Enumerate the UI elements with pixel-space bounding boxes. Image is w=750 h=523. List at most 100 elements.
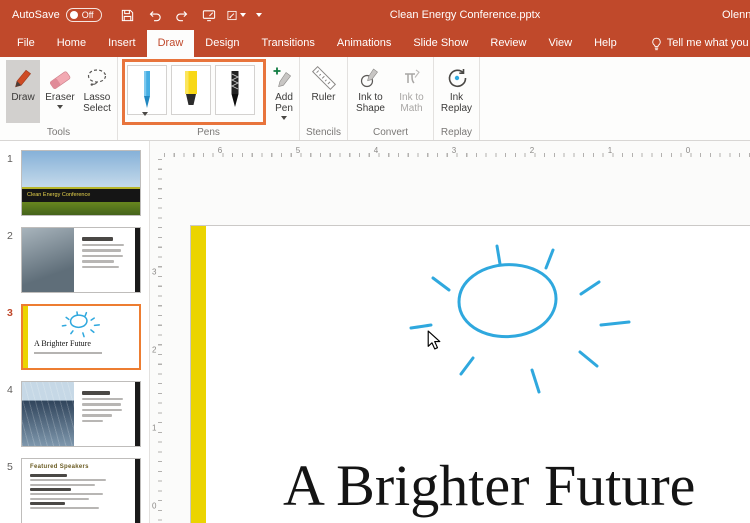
tab-home[interactable]: Home (46, 30, 97, 57)
slide-thumbnail-3[interactable]: A Brighter Future (21, 304, 141, 370)
slide-title-text[interactable]: A Brighter Future (283, 452, 695, 519)
redo-button[interactable] (172, 5, 192, 25)
save-button[interactable] (118, 5, 138, 25)
slide-number: 3 (0, 304, 21, 370)
pens-group-label: Pens (118, 127, 299, 138)
thumb4-edge-stripe (135, 382, 140, 446)
thumbnail-row-3: 3 A Brighter Future (0, 304, 149, 370)
save-icon (120, 8, 135, 23)
slide-number: 1 (0, 150, 21, 216)
thumb3-title: A Brighter Future (34, 339, 91, 348)
lasso-button-label-1: Lasso (84, 92, 111, 103)
tab-animations[interactable]: Animations (326, 30, 402, 57)
tab-insert[interactable]: Insert (97, 30, 147, 57)
slide-thumbnail-2[interactable] (21, 227, 141, 293)
thumb5-title: Featured Speakers (30, 464, 89, 470)
thumbnail-row-1: 1 Clean Energy Conference (0, 150, 149, 216)
toggle-knob-icon (70, 11, 78, 19)
slide-yellow-stripe (191, 226, 206, 523)
draw-button-label: Draw (11, 92, 34, 103)
pen-gallery (127, 65, 255, 115)
undo-button[interactable] (145, 5, 165, 25)
thumb3-subtitle-line (34, 352, 102, 354)
inking-toolbar-button[interactable] (226, 5, 246, 25)
sun-ink-drawing[interactable] (401, 240, 641, 400)
pen-box-icon (226, 8, 238, 23)
thumbnail-row-2: 2 (0, 227, 149, 293)
ink-replay-button[interactable]: Ink Replay (436, 60, 478, 123)
stencils-group-label: Stencils (300, 127, 347, 138)
replay-group-label: Replay (434, 127, 479, 138)
chevron-down-icon (256, 13, 262, 17)
ribbon-group-convert: Ink to Shape Ink to Math Convert (348, 57, 434, 140)
ink-to-shape-button[interactable]: Ink to Shape (350, 60, 391, 123)
tab-draw[interactable]: Draw (147, 30, 195, 57)
lightbulb-icon (651, 37, 662, 51)
customize-quick-access-button[interactable] (253, 5, 265, 25)
ribbon-group-stencils: Ruler Stencils (300, 57, 348, 140)
ink-to-math-label-1: Ink to (399, 92, 423, 103)
ribbon-group-replay: Ink Replay Replay (434, 57, 480, 140)
ruler-number: 3 (152, 268, 156, 277)
tab-review[interactable]: Review (479, 30, 537, 57)
account-name[interactable]: Olenn (722, 0, 750, 30)
autosave-label: AutoSave (12, 9, 60, 21)
ruler-icon (311, 65, 337, 91)
tab-help[interactable]: Help (583, 30, 628, 57)
eraser-button[interactable]: Eraser (43, 60, 77, 123)
tab-design[interactable]: Design (194, 30, 250, 57)
ink-to-math-button: Ink to Math (391, 60, 432, 123)
tab-slide-show[interactable]: Slide Show (402, 30, 479, 57)
slide-thumbnail-panel: 1 Clean Energy Conference 2 (0, 141, 150, 523)
tab-view[interactable]: View (537, 30, 583, 57)
thumb1-title-band: Clean Energy Conference (22, 189, 140, 202)
chevron-down-icon (281, 116, 287, 120)
draw-button[interactable]: Draw (6, 60, 40, 123)
document-title: Clean Energy Conference.pptx (300, 0, 630, 30)
slide-number: 5 (0, 458, 21, 523)
thumb2-edge-stripe (135, 228, 140, 292)
add-pen-button[interactable]: Add Pen (270, 60, 298, 123)
ink-replay-label-1: Ink (450, 92, 463, 103)
slide-thumbnail-1[interactable]: Clean Energy Conference (21, 150, 141, 216)
lasso-select-button[interactable]: Lasso Select (80, 60, 114, 123)
tools-group-label: Tools (0, 127, 117, 138)
chevron-down-icon (57, 105, 63, 109)
tell-me-search[interactable]: Tell me what you (640, 30, 750, 57)
slide-canvas[interactable]: A Brighter Future (190, 225, 750, 523)
ruler-ticks (158, 159, 162, 523)
pen-highlighter-button[interactable] (171, 65, 211, 115)
pen-black-button[interactable] (215, 65, 255, 115)
touch-mouse-mode-button[interactable] (199, 5, 219, 25)
slide-thumbnail-5[interactable]: Featured Speakers (21, 458, 141, 523)
thumb2-text-lines (82, 237, 128, 271)
ribbon-group-tools: Draw Eraser Lasso Select Tools (0, 57, 118, 140)
chevron-down-icon (240, 13, 246, 17)
ink-replay-label-2: Replay (441, 103, 472, 114)
draw-pen-icon (12, 67, 35, 90)
lasso-button-label-2: Select (83, 103, 111, 114)
tab-file[interactable]: File (6, 30, 46, 57)
horizontal-ruler: 6 5 4 3 2 1 0 (164, 146, 750, 158)
ink-to-shape-label-1: Ink to (358, 92, 382, 103)
ruler-button[interactable]: Ruler (304, 60, 344, 123)
autosave-toggle[interactable]: Off (66, 8, 102, 22)
thumb2-photo (22, 228, 74, 292)
add-pen-icon (272, 66, 296, 90)
undo-icon (147, 8, 163, 23)
slide-thumbnail-4[interactable] (21, 381, 141, 447)
ribbon-empty-space (480, 57, 750, 140)
tab-transitions[interactable]: Transitions (251, 30, 326, 57)
thumb3-yellow-stripe (23, 306, 28, 368)
title-bar: AutoSave Off (0, 0, 750, 30)
thumb5-edge-stripe (135, 459, 140, 523)
mouse-cursor (427, 330, 441, 350)
ruler-number: 1 (152, 424, 156, 433)
add-pen-label-1: Add (275, 92, 293, 103)
pen-blue-button[interactable] (127, 65, 167, 115)
vertical-ruler: 3 2 1 0 (151, 159, 163, 523)
ink-to-math-label-2: Math (400, 103, 422, 114)
powerpoint-window: AutoSave Off (0, 0, 750, 523)
ink-to-shape-label-2: Shape (356, 103, 385, 114)
quick-access-toolbar (118, 5, 265, 25)
